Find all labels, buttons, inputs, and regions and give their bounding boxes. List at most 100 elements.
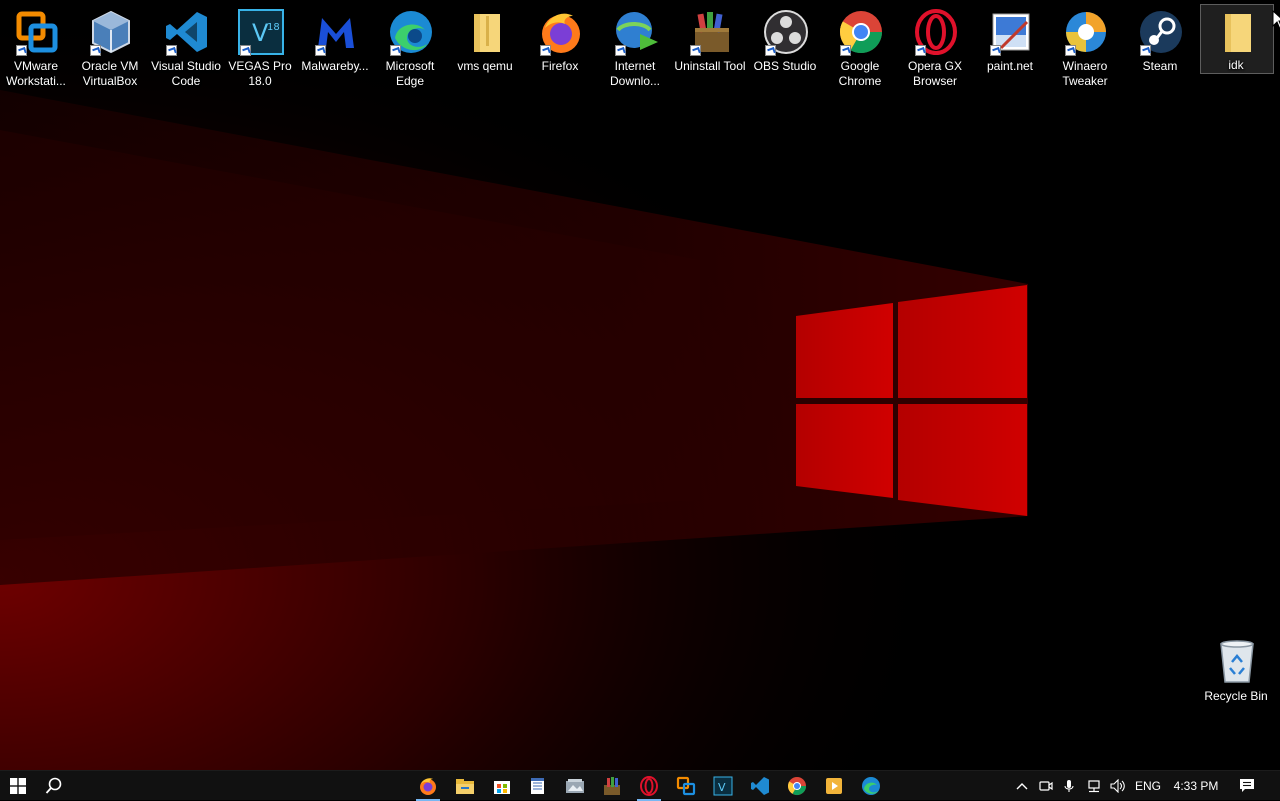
edge-icon — [862, 777, 880, 795]
desktop-icon-label: Opera GX Browser — [907, 59, 963, 88]
desktop-icon-label: Oracle VM VirtualBox — [81, 59, 139, 88]
desktop-icon-vegas[interactable]: V 18 VEGAS Pro 18.0 — [224, 4, 298, 92]
desktop-icon-label: Microsoft Edge — [385, 59, 435, 88]
folder-icon — [460, 6, 512, 58]
firefox-icon — [535, 6, 587, 58]
chrome-icon — [787, 777, 806, 796]
desktop-icon-row: VMware Workstati... Oracle VM VirtualBox… — [0, 0, 1280, 100]
taskbar-app-opera-gx[interactable] — [631, 771, 667, 801]
media-player-icon — [826, 778, 842, 794]
microphone-icon — [1064, 780, 1074, 792]
vscode-icon — [161, 6, 213, 58]
desktop-icon-vscode[interactable]: Visual Studio Code — [150, 4, 224, 92]
shortcut-arrow-icon — [1140, 45, 1151, 56]
vegas-icon: V 18 — [235, 6, 287, 58]
shortcut-arrow-icon — [765, 45, 776, 56]
taskbar-app-edge[interactable] — [853, 771, 889, 801]
taskbar-app-file-explorer[interactable] — [447, 771, 483, 801]
vegas-icon: V — [713, 776, 733, 796]
desktop-icon-uninstall-tool[interactable]: Uninstall Tool — [674, 4, 748, 92]
desktop-icon-idk[interactable]: idk — [1200, 4, 1274, 74]
shortcut-arrow-icon — [840, 45, 851, 56]
desktop-icon-label: Steam — [1142, 59, 1178, 73]
desktop-icon-label: Visual Studio Code — [151, 59, 221, 88]
shortcut-arrow-icon — [390, 45, 401, 56]
notification-icon — [1240, 779, 1254, 792]
shortcut-arrow-icon — [615, 45, 626, 56]
tray-action-center[interactable] — [1232, 771, 1262, 801]
tray-language[interactable]: ENG — [1132, 771, 1164, 801]
desktop-icon-label: Uninstall Tool — [674, 59, 746, 73]
vscode-icon — [751, 777, 769, 795]
uninstall-tool-icon — [685, 6, 737, 58]
mouse-cursor-icon — [1272, 10, 1280, 30]
shortcut-arrow-icon — [915, 45, 926, 56]
taskbar-app-uninstall-tool[interactable] — [594, 771, 630, 801]
search-button[interactable] — [36, 771, 72, 801]
tray-meet-now[interactable] — [1036, 771, 1056, 801]
shortcut-arrow-icon — [540, 45, 551, 56]
tray-clock[interactable]: 4:33 PM — [1168, 771, 1224, 801]
shortcut-arrow-icon — [240, 45, 251, 56]
desktop-icon-label: VEGAS Pro 18.0 — [228, 59, 292, 88]
obs-icon — [760, 6, 812, 58]
shortcut-arrow-icon — [690, 45, 701, 56]
desktop-icon-label: Winaero Tweaker — [1062, 59, 1108, 88]
svg-text:V: V — [718, 781, 726, 794]
desktop-icon-obs[interactable]: OBS Studio — [749, 4, 823, 92]
taskbar-app-chrome[interactable] — [779, 771, 815, 801]
idm-icon — [610, 6, 662, 58]
taskbar-app-media-player[interactable] — [816, 771, 852, 801]
winaero-icon — [1060, 6, 1112, 58]
desktop-icon-malwarebytes[interactable]: Malwareby... — [299, 4, 373, 92]
virtualbox-icon — [85, 6, 137, 58]
taskbar-app-notepad[interactable] — [520, 771, 556, 801]
desktop-icon-label: paint.net — [986, 59, 1034, 73]
desktop-icon-vms-qemu[interactable]: vms qemu — [449, 4, 523, 92]
desktop-icon-vmware[interactable]: VMware Workstati... — [0, 4, 74, 92]
taskbar-app-photos[interactable] — [557, 771, 593, 801]
volume-icon — [1110, 779, 1125, 793]
desktop-icon-label: Recycle Bin — [1204, 689, 1268, 703]
camera-icon — [1039, 781, 1053, 791]
malwarebytes-icon — [310, 6, 362, 58]
tray-volume[interactable] — [1107, 771, 1129, 801]
paintnet-icon — [985, 6, 1037, 58]
tray-microphone[interactable] — [1060, 771, 1078, 801]
windows-start-icon — [10, 778, 26, 794]
desktop-icon-winaero[interactable]: Winaero Tweaker — [1049, 4, 1123, 92]
svg-text:18: 18 — [267, 22, 280, 33]
opera-gx-icon — [640, 776, 658, 796]
photos-icon — [566, 779, 584, 793]
taskbar-app-vmware[interactable] — [668, 771, 704, 801]
search-icon — [45, 777, 62, 794]
desktop-icon-steam[interactable]: Steam — [1124, 4, 1198, 92]
shortcut-arrow-icon — [166, 45, 177, 56]
desktop-icon-recycle-bin[interactable]: Recycle Bin — [1200, 636, 1274, 704]
taskbar-app-vscode[interactable] — [742, 771, 778, 801]
uninstall-tool-icon — [604, 777, 620, 795]
shortcut-arrow-icon — [315, 45, 326, 56]
taskbar: V ENG 4:33 PM — [0, 770, 1280, 801]
desktop-icon-chrome[interactable]: Google Chrome — [824, 4, 898, 92]
desktop-icon-virtualbox[interactable]: Oracle VM VirtualBox — [74, 4, 148, 92]
steam-icon — [1135, 6, 1187, 58]
shortcut-arrow-icon — [1065, 45, 1076, 56]
shortcut-arrow-icon — [90, 45, 101, 56]
tray-overflow-button[interactable] — [1012, 771, 1032, 801]
desktop-icon-edge[interactable]: Microsoft Edge — [374, 4, 448, 92]
desktop-icon-firefox[interactable]: Firefox — [524, 4, 598, 92]
recycle-bin-icon — [1211, 636, 1263, 688]
notepad-icon — [531, 778, 544, 794]
desktop-icon-idm[interactable]: Internet Downlo... — [599, 4, 673, 92]
desktop-icon-label: Malwareby... — [301, 59, 369, 73]
chevron-up-icon — [1016, 783, 1028, 790]
tray-network[interactable] — [1084, 771, 1104, 801]
desktop-icon-paintnet[interactable]: paint.net — [974, 4, 1048, 92]
start-button[interactable] — [0, 771, 36, 801]
desktop-icon-label: Internet Downlo... — [609, 59, 661, 88]
desktop-icon-opera-gx[interactable]: Opera GX Browser — [899, 4, 973, 92]
taskbar-app-firefox[interactable] — [410, 771, 446, 801]
taskbar-app-store[interactable] — [484, 771, 520, 801]
taskbar-app-vegas[interactable]: V — [705, 771, 741, 801]
